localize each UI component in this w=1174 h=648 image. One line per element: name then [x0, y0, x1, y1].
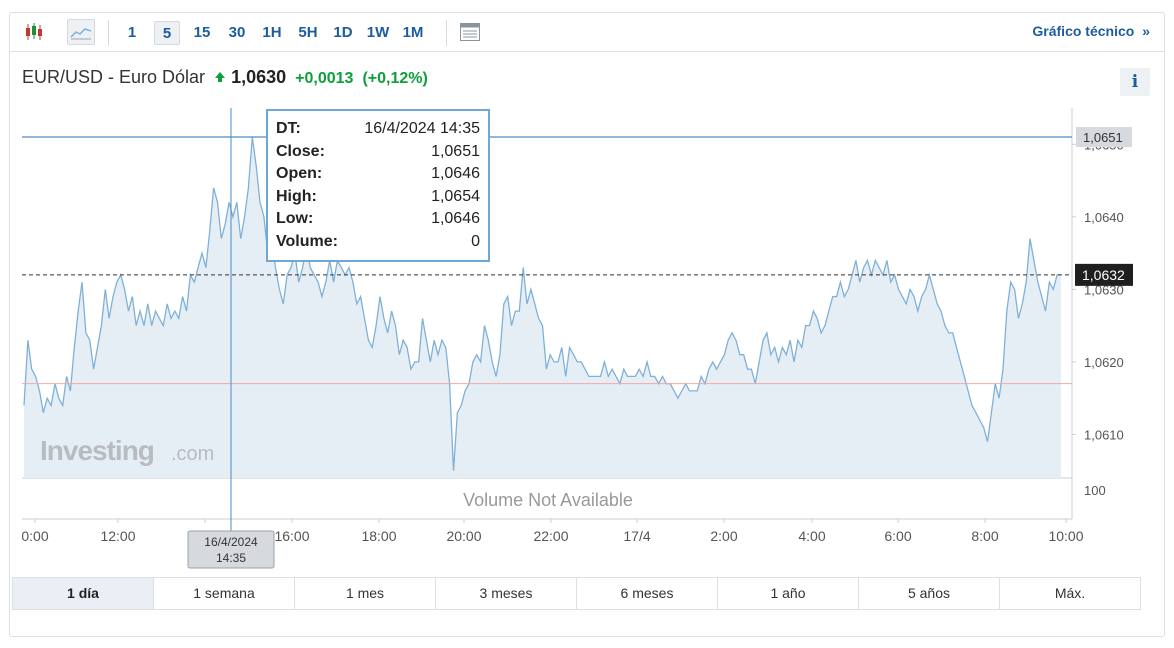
x-tick-label: 16:00 [274, 528, 309, 544]
tooltip-value: 16/4/2024 14:35 [364, 120, 480, 137]
crosshair-value-label: 1,0651 [1083, 130, 1123, 145]
tooltip-value: 0 [471, 232, 480, 250]
tooltip-key: Volume: [276, 232, 338, 250]
x-tick-label: 20:00 [446, 528, 481, 544]
tooltip-row: Volume: 0 [276, 231, 480, 254]
tooltip-value: 1,0646 [431, 165, 480, 182]
crosshair-time-label: 14:35 [216, 551, 246, 565]
tooltip-key: High: [276, 187, 317, 205]
price-area-fill [24, 137, 1061, 478]
x-tick-label: 22:00 [533, 528, 568, 544]
range-tab[interactable]: 5 años [859, 578, 1000, 609]
current-price-label: 1,0632 [1082, 267, 1125, 283]
x-tick-label: 4:00 [798, 528, 825, 544]
x-tick-label: 12:00 [100, 528, 135, 544]
tooltip-value: 1,0646 [431, 210, 480, 227]
range-tab[interactable]: 3 meses [436, 578, 577, 609]
range-tab[interactable]: 1 semana [154, 578, 295, 609]
tooltip-key: Close: [276, 142, 325, 160]
x-tick-label: 10:00 [1048, 528, 1083, 544]
crosshair-date-label: 16/4/2024 [204, 535, 258, 549]
investing-watermark: Investing [40, 435, 154, 466]
range-selector: 1 día 1 semana 1 mes 3 meses 6 meses 1 año 5 a… [12, 577, 1141, 610]
tooltip-row: High: 1,0654 [276, 186, 480, 209]
tooltip-value: 1,0654 [431, 187, 480, 205]
range-tab[interactable]: 6 meses [577, 578, 718, 609]
x-tick-label: 0:00 [21, 528, 48, 544]
tooltip-row: Low: 1,0646 [276, 208, 480, 231]
tooltip-row: Open: 1,0646 [276, 163, 480, 186]
x-tick-label: 18:00 [361, 528, 396, 544]
x-tick-label: 17/4 [623, 528, 650, 544]
y-tick-label: 1,0640 [1084, 210, 1124, 225]
y-tick-label: 1,0620 [1084, 355, 1124, 370]
volume-tick-label: 100 [1084, 483, 1106, 498]
range-tab[interactable]: Máx. [1000, 578, 1140, 609]
investing-watermark-suffix: .com [171, 443, 214, 465]
y-tick-label: 1,0610 [1084, 427, 1124, 442]
x-tick-label: 8:00 [971, 528, 998, 544]
volume-not-available-label: Volume Not Available [463, 490, 633, 510]
data-tooltip: DT: 16/4/2024 14:35 Close: 1,0651 Open: 1,064… [266, 109, 490, 262]
tooltip-key: Low: [276, 210, 314, 227]
x-tick-label: 6:00 [884, 528, 911, 544]
range-tab[interactable]: 1 mes [295, 578, 436, 609]
tooltip-row: DT: 16/4/2024 14:35 [276, 118, 480, 141]
tooltip-key: DT: [276, 120, 301, 137]
price-chart[interactable]: 1,06101,06201,06301,06401,06501001,06511… [0, 0, 1174, 648]
range-tab[interactable]: 1 año [718, 578, 859, 609]
tooltip-row: Close: 1,0651 [276, 141, 480, 164]
tooltip-key: Open: [276, 165, 323, 182]
tooltip-value: 1,0651 [431, 142, 480, 160]
range-tab[interactable]: 1 día [13, 578, 154, 609]
x-tick-label: 2:00 [710, 528, 737, 544]
